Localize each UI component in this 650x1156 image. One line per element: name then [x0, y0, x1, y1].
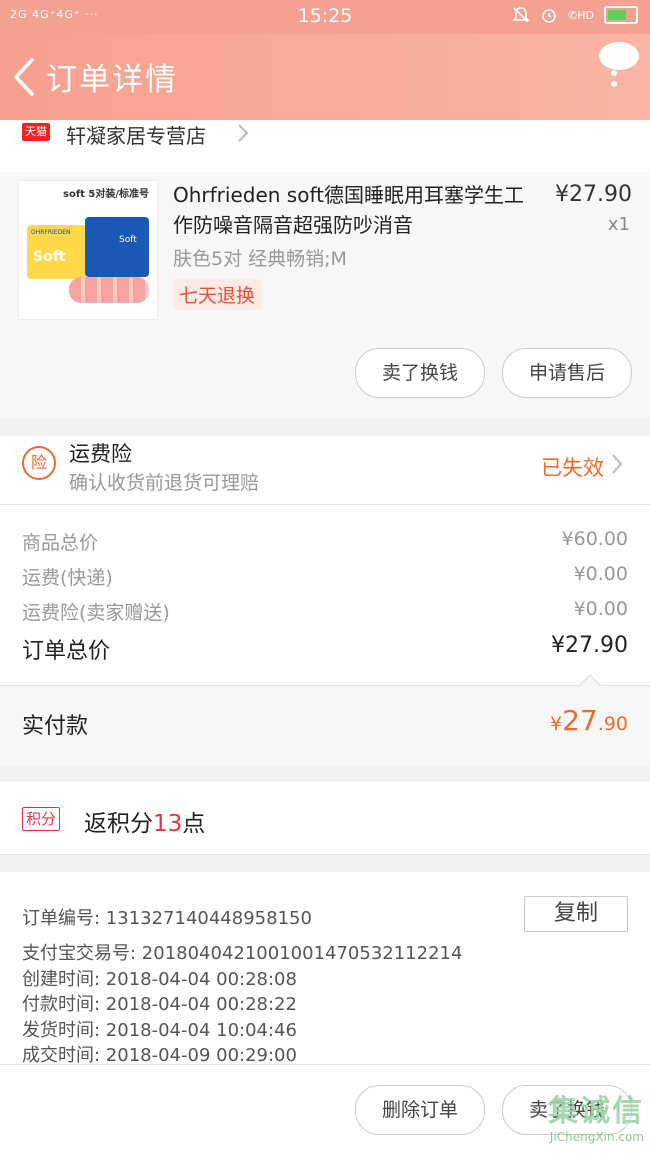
paid-label: 实付款 — [22, 714, 89, 739]
paid-time: 付款时间: 2018-04-04 00:28:22 — [22, 994, 297, 1015]
insurance-status: 已失效 — [541, 456, 604, 480]
points-badge: 积分 — [22, 807, 61, 831]
chevron-right-icon — [238, 124, 249, 142]
paid-currency: ¥ — [550, 713, 563, 735]
box-brand: OHRFRIEDEN — [31, 229, 71, 236]
price-summary: 商品总价 ¥60.00 运费(快递) ¥0.00 运费险(卖家赠送) ¥0.00… — [0, 505, 650, 685]
chat-more-icon[interactable] — [596, 38, 642, 98]
shipping-insurance-row[interactable]: 险 运费险 确认收货前退货可理赔 已失效 — [0, 436, 650, 505]
insurance-subtitle: 确认收货前退货可理赔 — [69, 472, 260, 494]
shop-name[interactable]: 轩凝家居专营店 — [66, 120, 206, 149]
watermark: 集诚信 JiChengXin.com — [548, 1086, 644, 1144]
points-prefix: 返积分 — [84, 811, 153, 837]
shop-row[interactable]: 天猫 轩凝家居专营店 — [0, 120, 650, 172]
summary-label: 运费险(卖家赠送) — [22, 602, 170, 624]
insurance-icon: 险 — [22, 446, 56, 480]
points-suffix: 点 — [182, 811, 206, 837]
points-number: 13 — [153, 811, 183, 837]
summary-value: ¥60.00 — [561, 528, 628, 550]
order-number: 订单编号: 131327140448958150 — [22, 908, 312, 929]
pointer-triangle-inner — [579, 676, 601, 687]
chevron-right-icon — [612, 454, 623, 474]
box-word-2: Soft — [119, 235, 137, 245]
page-title: 订单详情 — [46, 62, 178, 98]
paid-integer: 27 — [562, 704, 598, 737]
alipay-trade-number: 支付宝交易号: 2018040421001001470532112214 — [22, 943, 463, 964]
paid-decimal: .90 — [597, 713, 628, 735]
points-text: 返积分13点 — [84, 804, 205, 838]
summary-value: ¥0.00 — [573, 563, 628, 585]
product-box-2: Soft — [85, 217, 149, 277]
created-time: 创建时间: 2018-04-04 00:28:08 — [22, 969, 297, 990]
product-box-1: OHRFRIEDEN Soft — [27, 225, 87, 279]
summary-row-shipping: 运费(快递) ¥0.00 — [22, 563, 628, 590]
product-sku: 肤色5对 经典畅销;M — [173, 248, 347, 270]
bell-icon — [512, 7, 530, 23]
return-policy-tag: 七天退换 — [173, 279, 262, 310]
copy-button[interactable]: 复制 — [524, 896, 628, 932]
after-sales-button[interactable]: 申请售后 — [502, 348, 632, 398]
alarm-icon — [542, 9, 556, 23]
hd-call-icon: ✆HD — [568, 8, 594, 22]
product-quantity: x1 — [607, 214, 630, 235]
status-icons: ✆HD — [512, 6, 638, 24]
paid-value: ¥27.90 — [550, 704, 628, 737]
insurance-title: 运费险 — [69, 442, 132, 466]
order-info: 订单编号: 131327140448958150 复制 支付宝交易号: 2018… — [0, 872, 650, 1066]
status-bar: 2G 4G⁺4G⁺ ··· 15:25 ✆HD — [0, 0, 650, 34]
product-image[interactable]: soft 5对装/标准号 OHRFRIEDEN Soft Soft — [18, 180, 158, 320]
shipped-time: 发货时间: 2018-04-04 10:04:46 — [22, 1020, 297, 1041]
product-price: ¥27.90 — [555, 182, 632, 207]
summary-value: ¥0.00 — [573, 598, 628, 620]
delete-order-button[interactable]: 删除订单 — [355, 1085, 485, 1135]
product-title[interactable]: Ohrfrieden soft德国睡眠用耳塞学生工作防噪音隔音超强防吵消音 — [173, 180, 543, 240]
nav-header: 订单详情 — [0, 34, 650, 120]
total-label: 订单总价 — [22, 639, 111, 664]
back-arrow-icon[interactable] — [10, 52, 38, 102]
summary-label: 商品总价 — [22, 532, 99, 554]
paid-amount-row: 实付款 ¥27.90 — [0, 674, 650, 766]
earplugs — [69, 277, 149, 303]
footer-actions: 删除订单 卖了换钱 集诚信 JiChengXin.com — [0, 1064, 650, 1156]
resell-button[interactable]: 卖了换钱 — [355, 348, 485, 398]
summary-row-total: 订单总价 ¥27.90 — [22, 633, 628, 665]
summary-label: 运费(快递) — [22, 567, 113, 589]
battery-icon — [604, 6, 638, 24]
product-card[interactable]: soft 5对装/标准号 OHRFRIEDEN Soft Soft Ohrfri… — [0, 172, 650, 418]
total-value: ¥27.90 — [551, 633, 628, 658]
watermark-url: JiChengXin.com — [549, 1130, 644, 1144]
product-image-caption: soft 5对装/标准号 — [63, 189, 150, 200]
summary-row-goods: 商品总价 ¥60.00 — [22, 528, 628, 555]
hd-label: HD — [577, 8, 594, 22]
tmall-badge: 天猫 — [22, 123, 50, 141]
box-word: Soft — [33, 249, 66, 265]
watermark-text: 集诚信 — [548, 1094, 644, 1129]
summary-row-insurance: 运费险(卖家赠送) ¥0.00 — [22, 598, 628, 625]
points-row: 积分 返积分13点 — [0, 782, 650, 855]
